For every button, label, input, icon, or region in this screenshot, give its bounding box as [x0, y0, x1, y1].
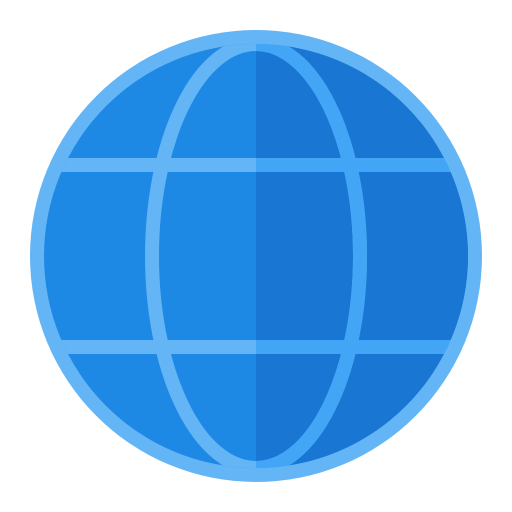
globe-icon: [30, 30, 482, 482]
globe-face-right: [256, 44, 468, 468]
globe-icon-canvas: [0, 0, 512, 512]
